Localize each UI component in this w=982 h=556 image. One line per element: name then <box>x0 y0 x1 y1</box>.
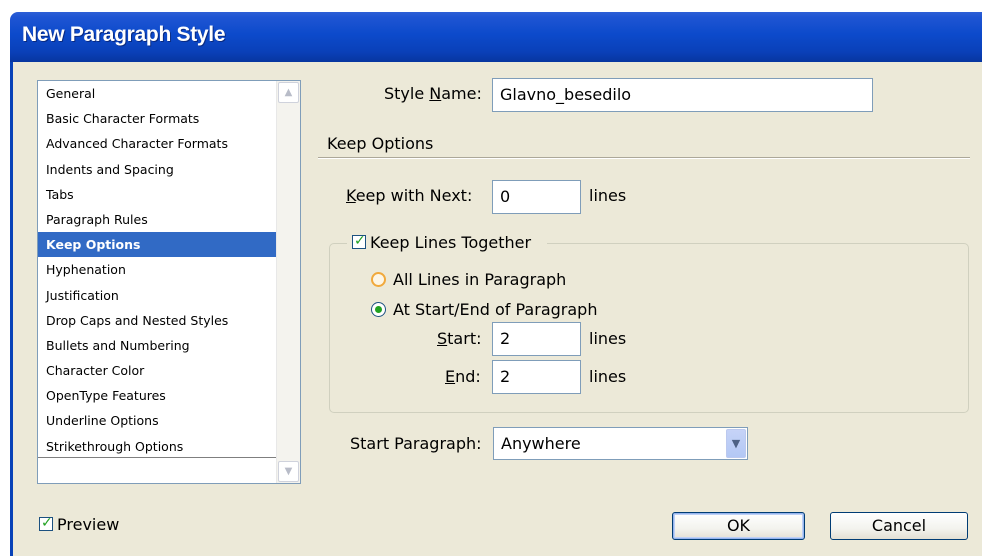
chevron-down-icon[interactable]: ▼ <box>726 429 746 458</box>
keep-lines-together-group <box>329 243 969 413</box>
checkmark-icon: ✓ <box>41 515 53 531</box>
keep-with-next-label-mnemonic: K <box>346 186 356 205</box>
category-scrollbar[interactable]: ▲ ▼ <box>276 81 300 483</box>
category-item-drop-caps-and-nested-styles[interactable]: Drop Caps and Nested Styles <box>38 308 277 333</box>
start-paragraph-value: Anywhere <box>501 434 581 453</box>
all-lines-radio[interactable] <box>371 272 386 287</box>
style-name-label-pre: Style <box>384 84 430 103</box>
preview-label[interactable]: Preview <box>57 515 119 534</box>
category-item-bullets-and-numbering[interactable]: Bullets and Numbering <box>38 333 277 358</box>
category-item-basic-character-formats[interactable]: Basic Character Formats <box>38 106 277 131</box>
section-title: Keep Options <box>327 134 434 153</box>
end-label: End: <box>445 367 481 386</box>
keep-lines-together-checkbox[interactable]: ✓ <box>352 233 366 249</box>
ok-button[interactable]: OK <box>672 512 805 540</box>
new-paragraph-style-dialog: New Paragraph Style General Basic Charac… <box>0 0 982 556</box>
start-label: Start: <box>437 329 481 348</box>
keep-with-next-unit: lines <box>589 186 627 205</box>
start-paragraph-select[interactable]: Anywhere ▼ <box>493 427 748 460</box>
category-item-general[interactable]: General <box>38 81 277 106</box>
category-item-keep-options[interactable]: Keep Options <box>38 232 277 258</box>
dialog-title: New Paragraph Style <box>22 23 226 46</box>
category-items: General Basic Character Formats Advanced… <box>38 81 277 459</box>
preview-checkbox[interactable]: ✓ <box>39 515 53 531</box>
start-end-label[interactable]: At Start/End of Paragraph <box>393 300 597 319</box>
end-input[interactable]: 2 <box>492 360 581 394</box>
category-item-paragraph-rules[interactable]: Paragraph Rules <box>38 207 277 232</box>
style-name-label: Style Name: <box>384 84 482 103</box>
keep-lines-together-label[interactable]: Keep Lines Together <box>370 233 531 252</box>
cancel-button[interactable]: Cancel <box>830 512 968 540</box>
radio-selected-dot-icon <box>375 306 382 313</box>
style-name-label-mnemonic: N <box>429 84 442 103</box>
scroll-up-arrow-icon[interactable]: ▲ <box>278 82 299 103</box>
category-item-hyphenation[interactable]: Hyphenation <box>38 257 277 282</box>
category-item-indents-and-spacing[interactable]: Indents and Spacing <box>38 157 277 182</box>
category-item-underline-options[interactable]: Underline Options <box>38 408 277 433</box>
category-item-justification[interactable]: Justification <box>38 283 277 308</box>
scroll-down-arrow-icon[interactable]: ▼ <box>278 461 299 482</box>
category-item-advanced-character-formats[interactable]: Advanced Character Formats <box>38 131 277 156</box>
start-input[interactable]: 2 <box>492 322 581 356</box>
keep-with-next-label: Keep with Next: <box>346 186 472 205</box>
end-label-mnemonic: E <box>445 367 456 386</box>
end-label-post: nd: <box>455 367 481 386</box>
category-item-opentype-features[interactable]: OpenType Features <box>38 383 277 408</box>
category-item-tabs[interactable]: Tabs <box>38 182 277 207</box>
title-bar[interactable]: New Paragraph Style <box>10 12 982 62</box>
start-label-mnemonic: S <box>437 329 448 348</box>
section-separator <box>318 157 970 159</box>
keep-with-next-label-post: eep with Next: <box>355 186 473 205</box>
style-name-input[interactable]: Glavno_besedilo <box>492 78 873 112</box>
start-end-radio[interactable] <box>371 302 386 317</box>
list-divider <box>38 457 277 458</box>
checkmark-icon: ✓ <box>354 233 366 249</box>
keep-with-next-input[interactable]: 0 <box>492 180 581 214</box>
start-unit: lines <box>589 329 627 348</box>
all-lines-label[interactable]: All Lines in Paragraph <box>393 270 566 289</box>
category-list[interactable]: General Basic Character Formats Advanced… <box>37 80 301 484</box>
start-paragraph-label: Start Paragraph: <box>350 434 482 453</box>
style-name-label-post: ame: <box>441 84 482 103</box>
category-item-character-color[interactable]: Character Color <box>38 358 277 383</box>
category-item-strikethrough-options[interactable]: Strikethrough Options <box>38 434 277 459</box>
start-label-post: tart: <box>447 329 482 348</box>
end-unit: lines <box>589 367 627 386</box>
